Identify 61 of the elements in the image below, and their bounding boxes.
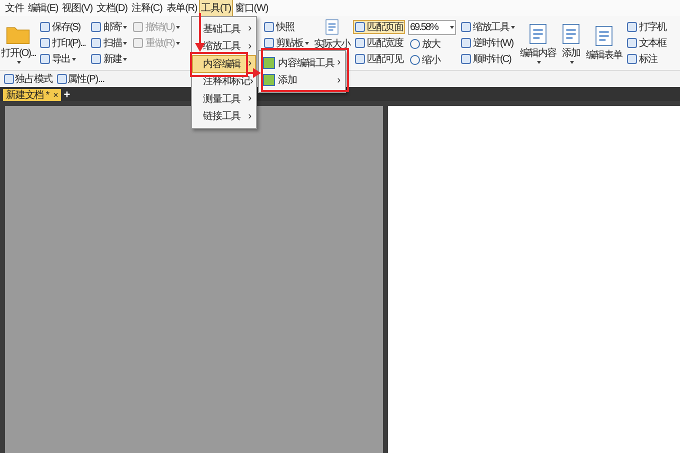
ribbon-button[interactable]: 逆时针(W) bbox=[459, 36, 517, 50]
menu-item[interactable]: 视图(V) bbox=[60, 0, 94, 17]
caret-icon bbox=[16, 60, 21, 64]
menu-item[interactable]: 注释(C) bbox=[129, 0, 164, 17]
menu-item[interactable]: 工具(T) bbox=[199, 0, 233, 17]
caret-icon bbox=[176, 26, 180, 28]
caret-icon bbox=[536, 60, 540, 64]
new-tab-button[interactable]: + bbox=[64, 89, 70, 101]
caret-icon bbox=[511, 26, 515, 28]
menu-item[interactable]: 缩放工具 › bbox=[192, 38, 256, 55]
caret-icon bbox=[123, 26, 128, 28]
close-button[interactable]: × bbox=[53, 90, 58, 100]
zoom-field[interactable]: 69.58% bbox=[408, 20, 456, 34]
ribbon-button[interactable]: 编辑内容 bbox=[520, 16, 556, 70]
caret-icon bbox=[123, 42, 128, 44]
menu-item[interactable]: 编辑(E) bbox=[26, 0, 60, 17]
ribbon-button[interactable]: 快照 bbox=[262, 20, 311, 34]
ribbon-button[interactable]: 编辑表单 bbox=[586, 16, 622, 70]
ribbon-button[interactable]: 匹配页面 bbox=[353, 20, 405, 34]
menu-item[interactable]: 测量工具 › bbox=[192, 90, 256, 108]
caret-icon bbox=[305, 42, 309, 44]
ribbon-button[interactable]: 顺时针(C) bbox=[459, 52, 517, 66]
caret-icon bbox=[123, 58, 128, 60]
toolbar-button[interactable]: 独占模式 bbox=[4, 72, 53, 86]
ribbon-button[interactable]: 导出 bbox=[38, 52, 88, 66]
menu-item[interactable]: 添加 › bbox=[259, 72, 345, 89]
menu-item[interactable]: 链接工具 › bbox=[192, 108, 256, 125]
ribbon-button[interactable]: 保存(S) bbox=[38, 20, 88, 34]
ribbon-button[interactable]: 打字机 bbox=[625, 20, 668, 34]
ribbon-button[interactable]: 标注 bbox=[625, 52, 668, 66]
ribbon-button[interactable]: 扫描 bbox=[89, 36, 130, 50]
menu-item[interactable]: 基础工具 › bbox=[192, 20, 256, 38]
ribbon-button[interactable]: 实际大小 bbox=[314, 16, 350, 51]
menu-item[interactable]: 文件 bbox=[3, 0, 26, 17]
ribbon-button[interactable]: 放大 bbox=[408, 36, 456, 50]
menu-item[interactable]: 表单(R) bbox=[164, 0, 200, 17]
caret-icon bbox=[72, 58, 76, 60]
ribbon-button[interactable]: 打印(P)... bbox=[38, 36, 88, 50]
ribbon-button[interactable]: 文本框 bbox=[625, 36, 668, 50]
ribbon-button[interactable]: 缩放工具 bbox=[459, 20, 517, 34]
ribbon-button[interactable]: 邮寄 bbox=[89, 20, 130, 34]
ribbon-button[interactable]: 新建 bbox=[89, 52, 130, 66]
menu-item[interactable]: 内容编辑 › bbox=[192, 55, 256, 72]
caret-icon bbox=[570, 60, 574, 64]
ribbon-button[interactable]: 剪贴板 bbox=[262, 36, 311, 50]
arrow bbox=[195, 13, 205, 52]
menu-item[interactable]: 文档(D) bbox=[94, 0, 130, 17]
highlight-frame bbox=[190, 52, 248, 77]
ribbon-button[interactable]: 匹配宽度 bbox=[353, 36, 405, 50]
arrow bbox=[247, 68, 261, 78]
ribbon-button[interactable]: 缩小 bbox=[408, 52, 456, 66]
menu-item[interactable]: 窗口(W) bbox=[232, 0, 270, 17]
caret-icon bbox=[450, 26, 454, 28]
toolbar-button[interactable]: 属性(P)... bbox=[56, 72, 104, 86]
menu-item[interactable]: 内容编辑工具 › bbox=[259, 54, 345, 72]
ribbon-button[interactable]: 添加 bbox=[559, 16, 583, 70]
ribbon-button[interactable]: 匹配可见 bbox=[353, 52, 405, 66]
document-tab[interactable]: 新建文档 * × bbox=[3, 89, 61, 101]
tab-title: 新建文档 * bbox=[6, 88, 50, 102]
ribbon-button[interactable]: 打开(O)... bbox=[1, 16, 36, 70]
caret-icon bbox=[176, 42, 180, 44]
